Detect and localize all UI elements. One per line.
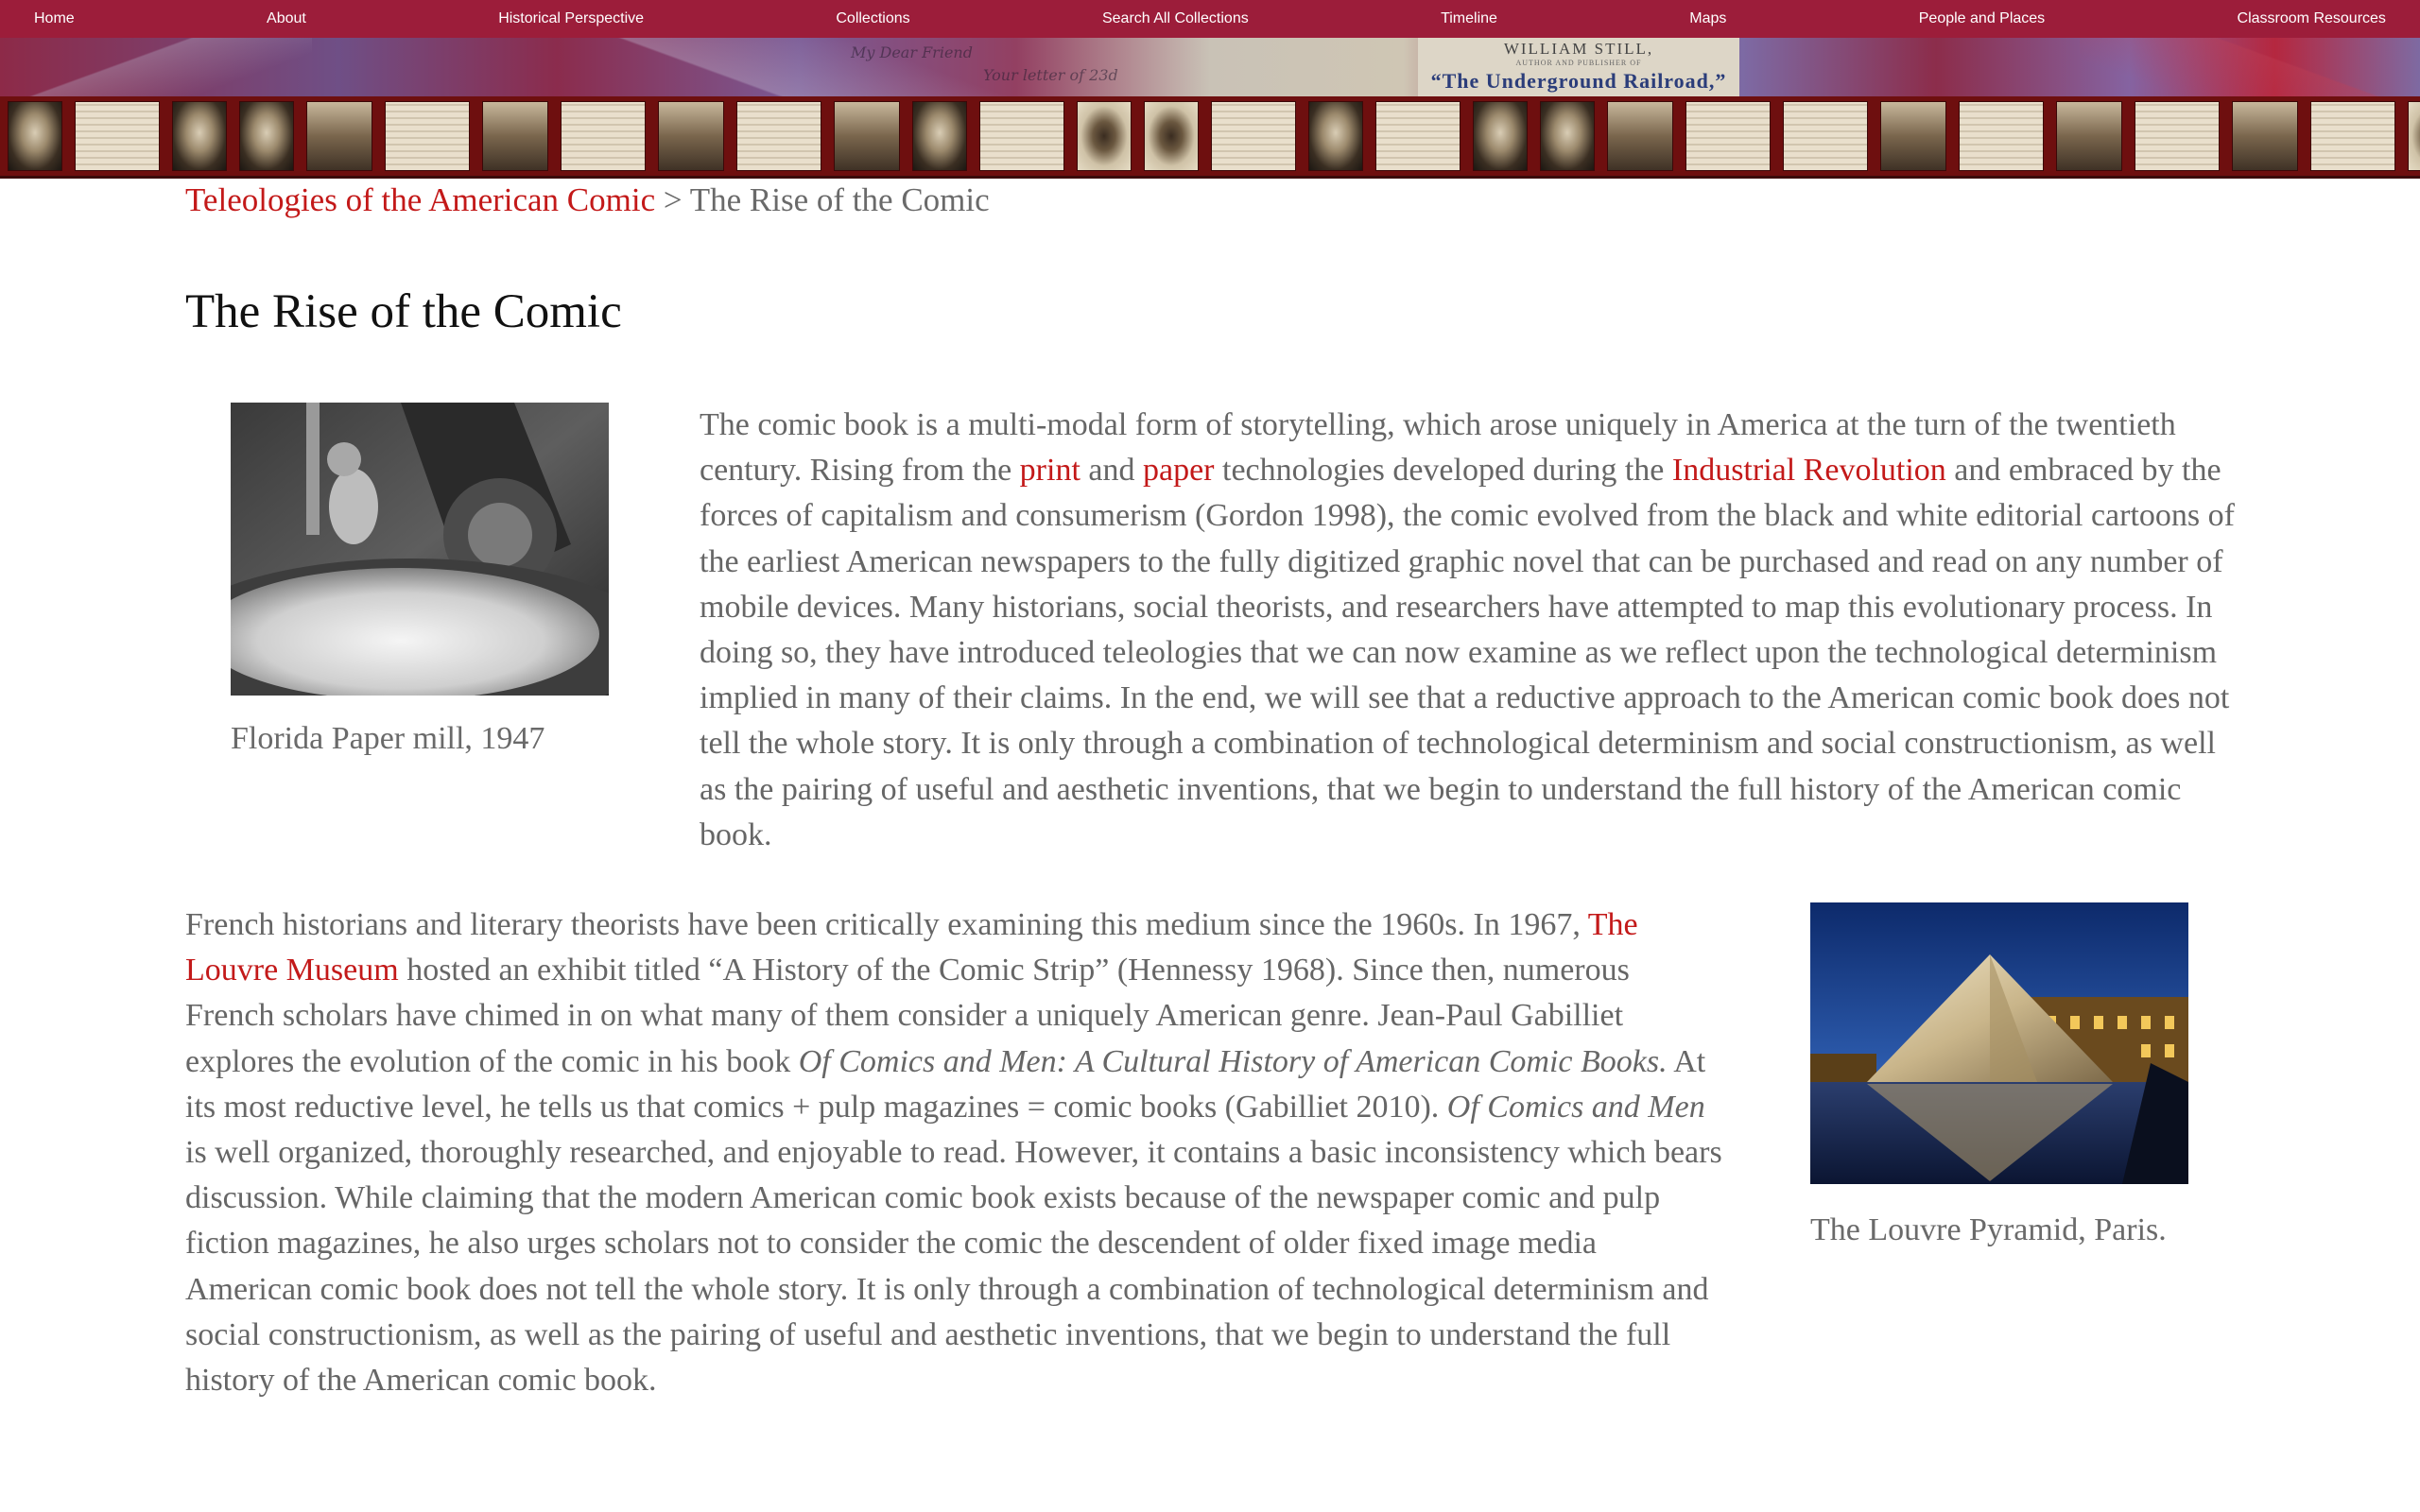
thumbnail-letter[interactable] [75,101,160,171]
book-title-short: Of Comics and Men [1446,1089,1705,1125]
page-title: The Rise of the Comic [185,285,622,338]
breadcrumb-parent-link[interactable]: Teleologies of the American Comic [185,181,655,218]
banner-still-title: WILLIAM STILL, AUTHOR AND PUBLISHER OF “… [1418,38,1739,96]
thumbnail-photo[interactable] [1880,101,1946,171]
paper-mill-caption: Florida Paper mill, 1947 [231,721,545,756]
thumbnail-portrait[interactable] [2408,101,2420,171]
paper-mill-photo [164,403,656,729]
para1-text-2: and [1080,453,1143,489]
para2-text-4: is well organized, thoroughly researched… [185,1135,1722,1399]
thumbnail-portrait[interactable] [8,101,62,171]
thumbnail-letter[interactable] [1211,101,1296,171]
header-divider [0,176,2420,179]
banner-streak [2080,38,2420,96]
french-scholars-paragraph: French historians and literary theorists… [185,902,1726,1403]
banner-handwriting-letter: Your letter of 23d [983,66,1118,84]
thumbnail-photo[interactable] [1607,101,1673,171]
thumbnail-letter[interactable] [979,101,1064,171]
print-link[interactable]: print [1020,453,1080,488]
nav-home[interactable]: Home [34,10,75,27]
louvre-caption: The Louvre Pyramid, Paris. [1810,1212,2167,1247]
thumbnail-strip [0,96,2420,176]
paper-mill-figure [164,403,656,729]
nav-about[interactable]: About [267,10,306,27]
banner-title-line2: AUTHOR AND PUBLISHER OF [1515,59,1642,67]
banner-title-line1: WILLIAM STILL, [1503,40,1654,58]
thumbnail-portrait[interactable] [912,101,967,171]
thumbnail-letter[interactable] [385,101,470,171]
nav-search-all-collections[interactable]: Search All Collections [1102,10,1249,27]
breadcrumb-current: The Rise of the Comic [689,181,990,218]
thumbnail-letter[interactable] [736,101,821,171]
thumbnail-letter[interactable] [2310,101,2395,171]
louvre-pyramid-photo [1810,902,2188,1184]
thumbnail-portrait[interactable] [1308,101,1363,171]
industrial-revolution-link[interactable]: Industrial Revolution [1672,453,1946,488]
paper-link[interactable]: paper [1143,453,1215,488]
main-nav: Home About Historical Perspective Collec… [0,0,2420,38]
thumbnail-portrait[interactable] [1473,101,1528,171]
header-banner: My Dear Friend Your letter of 23d WILLIA… [0,38,2420,96]
nav-historical-perspective[interactable]: Historical Perspective [498,10,644,27]
thumbnail-photo[interactable] [658,101,724,171]
nav-maps[interactable]: Maps [1689,10,1726,27]
thumbnail-letter[interactable] [1959,101,2044,171]
thumbnail-letter[interactable] [561,101,646,171]
thumbnail-portrait[interactable] [239,101,294,171]
para2-text-1: French historians and literary theorists… [185,907,1588,942]
thumbnail-photo[interactable] [834,101,900,171]
banner-handwriting [19,43,24,61]
book-title: Of Comics and Men: A Cultural History of… [798,1043,1668,1079]
para1-text-4: and embraced by the forces of capitalism… [700,453,2235,852]
banner-streak [0,38,312,96]
louvre-figure [1810,902,2188,1189]
thumbnail-photo[interactable] [482,101,548,171]
breadcrumb-separator: > [663,181,683,218]
thumbnail-photo[interactable] [2056,101,2122,171]
nav-people-and-places[interactable]: People and Places [1919,10,2045,27]
thumbnail-letter[interactable] [2135,101,2220,171]
nav-collections[interactable]: Collections [836,10,909,27]
breadcrumb: Teleologies of the American Comic > The … [185,180,990,221]
thumbnail-letter[interactable] [1685,101,1771,171]
thumbnail-letter[interactable] [1783,101,1868,171]
thumbnail-portrait[interactable] [1077,101,1132,171]
banner-title-line3: “The Underground Railroad,” [1430,69,1727,93]
para1-text-3: technologies developed during the [1214,453,1672,489]
thumbnail-portrait[interactable] [1144,101,1199,171]
thumbnail-photo[interactable] [2232,101,2298,171]
intro-paragraph: The comic book is a multi-modal form of … [700,403,2250,858]
thumbnail-portrait[interactable] [1540,101,1595,171]
banner-handwriting-greeting: My Dear Friend [851,43,973,61]
thumbnail-photo[interactable] [306,101,372,171]
nav-timeline[interactable]: Timeline [1441,10,1497,27]
thumbnail-letter[interactable] [1375,101,1461,171]
thumbnail-portrait[interactable] [172,101,227,171]
nav-classroom-resources[interactable]: Classroom Resources [2238,10,2386,27]
